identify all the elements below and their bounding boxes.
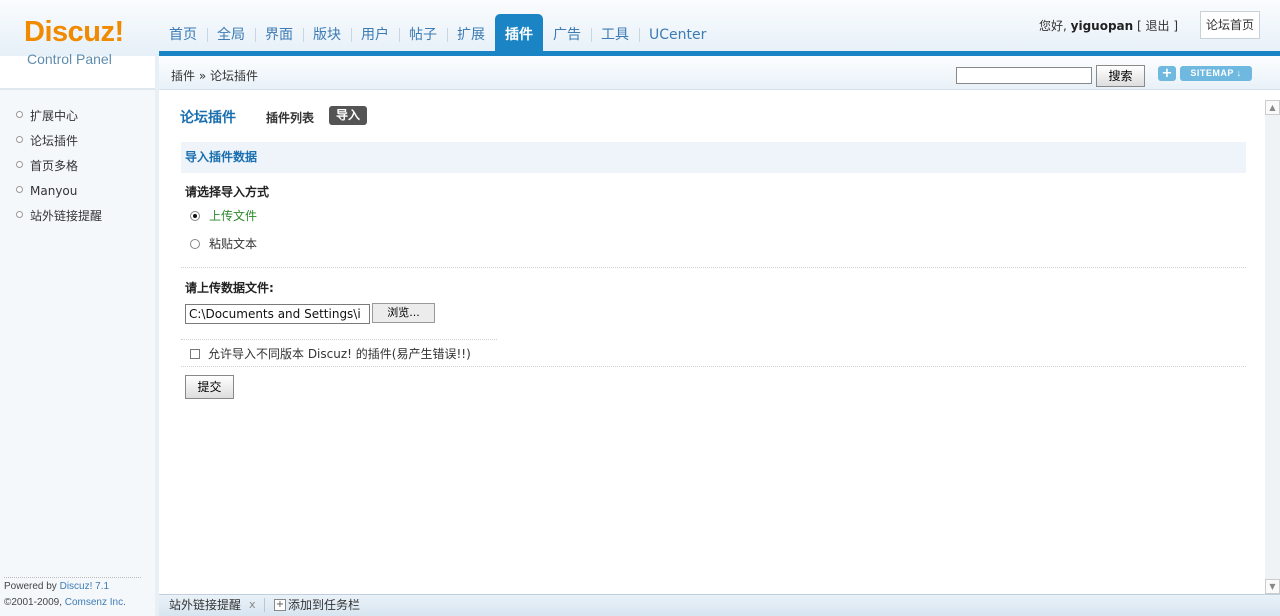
sidebar: 扩展中心 论坛插件 首页多格 Manyou 站外链接提醒 (0, 90, 155, 616)
browse-button[interactable]: 浏览... (372, 303, 435, 323)
bullet-icon (16, 161, 23, 168)
breadcrumb: 插件 » 论坛插件 (171, 69, 258, 83)
bullet-icon (16, 111, 23, 118)
sidebar-item-homepage-grid[interactable]: 首页多格 (16, 152, 102, 177)
sidebar-item-label: 论坛插件 (30, 134, 79, 148)
powered-prefix: Powered by (4, 581, 60, 592)
discuz-logo[interactable]: Discuz! Control Panel (0, 0, 155, 88)
sidebar-item-manyou[interactable]: Manyou (16, 177, 102, 202)
sidebar-footer: Powered by Discuz! 7.1 ©2001-2009, Comse… (4, 579, 126, 611)
greeting-text: 您好, (1039, 19, 1067, 33)
radio-upload-label: 上传文件 (209, 209, 258, 223)
import-method-label: 请选择导入方式 (185, 185, 270, 199)
nav-tools[interactable]: 工具 (591, 14, 639, 52)
username: yiguopan (1070, 19, 1134, 33)
sidebar-menu: 扩展中心 论坛插件 首页多格 Manyou 站外链接提醒 (16, 102, 102, 227)
upload-file-label: 请上传数据文件: (185, 281, 274, 295)
allow-version-label: 允许导入不同版本 Discuz! 的插件(易产生错误!!) (208, 347, 471, 361)
tab-import[interactable]: 导入 (329, 106, 368, 125)
taskbar-item-external-link[interactable]: 站外链接提醒 (169, 597, 241, 613)
scroll-up-icon[interactable]: ▲ (1265, 100, 1280, 115)
radio-upload-row[interactable]: 上传文件 (190, 207, 257, 224)
radio-paste-row[interactable]: 粘贴文本 (190, 235, 257, 252)
sidebar-item-external-link[interactable]: 站外链接提醒 (16, 202, 102, 227)
nav-extend[interactable]: 扩展 (447, 14, 495, 52)
plus-icon: + (274, 599, 286, 611)
submit-button[interactable]: 提交 (185, 375, 234, 399)
nav-posts[interactable]: 帖子 (399, 14, 447, 52)
radio-paste-label: 粘贴文本 (209, 237, 258, 251)
footer-divider (4, 577, 141, 578)
nav-global[interactable]: 全局 (207, 14, 255, 52)
sidebar-item-label: 扩展中心 (30, 109, 79, 123)
section-title: 导入插件数据 (181, 142, 1246, 173)
copyright-prefix: ©2001-2009, (4, 597, 65, 608)
nav-ads[interactable]: 广告 (543, 14, 591, 52)
taskbar: 站外链接提醒 x + 添加到任务栏 (159, 594, 1280, 616)
sitemap-button[interactable]: SITEMAP ↓ (1180, 66, 1252, 81)
sidebar-item-label: Manyou (30, 183, 78, 198)
allow-version-checkbox[interactable] (190, 348, 200, 359)
add-shortcut-button[interactable]: + (1158, 66, 1176, 81)
header: Discuz! Control Panel 首页 全局 界面 版块 用户 帖子 … (0, 0, 1280, 67)
nav-forums[interactable]: 版块 (303, 14, 351, 52)
bullet-icon (16, 211, 23, 218)
search-button[interactable]: 搜索 (1096, 65, 1145, 87)
nav-interface[interactable]: 界面 (255, 14, 303, 52)
discuz-link[interactable]: Discuz! 7.1 (60, 581, 109, 592)
logout-wrapper: [ 退出 ] (1137, 19, 1179, 33)
nav-ucenter[interactable]: UCenter (639, 14, 716, 52)
scrollbar[interactable]: ▲ ▼ (1265, 100, 1280, 594)
sidebar-item-forum-plugins[interactable]: 论坛插件 (16, 127, 102, 152)
add-to-taskbar-label: 添加到任务栏 (288, 598, 361, 612)
main-content: 论坛插件 插件列表 导入 导入插件数据 请选择导入方式 上传文件 粘贴文本 请上… (159, 90, 1265, 594)
close-icon[interactable]: x (249, 598, 256, 611)
scroll-down-icon[interactable]: ▼ (1265, 579, 1280, 594)
forum-home-button[interactable]: 论坛首页 (1200, 11, 1260, 39)
search-input[interactable] (956, 67, 1092, 84)
allow-version-row[interactable]: 允许导入不同版本 Discuz! 的插件(易产生错误!!) (190, 345, 471, 362)
logo-subtitle: Control Panel (27, 51, 112, 67)
user-greeting: 您好, yiguopan [ 退出 ] (1039, 17, 1178, 34)
logout-link[interactable]: 退出 (1146, 19, 1170, 33)
file-path-input[interactable]: C:\Documents and Settings\i (185, 304, 370, 324)
tab-plugin-list[interactable]: 插件列表 (266, 109, 314, 126)
divider (181, 366, 1246, 367)
main-nav: 首页 全局 界面 版块 用户 帖子 扩展 插件 广告 工具 UCenter (159, 14, 716, 52)
comsenz-link[interactable]: Comsenz Inc. (65, 597, 126, 608)
breadcrumb-bar: 插件 » 论坛插件 搜索 + SITEMAP ↓ (159, 56, 1280, 90)
nav-users[interactable]: 用户 (351, 14, 399, 52)
copyright: ©2001-2009, Comsenz Inc. (4, 595, 126, 611)
bullet-icon (16, 136, 23, 143)
sidebar-item-label: 站外链接提醒 (30, 209, 103, 223)
taskbar-separator (264, 598, 265, 612)
sidebar-item-label: 首页多格 (30, 159, 79, 173)
divider (181, 267, 1246, 268)
nav-home[interactable]: 首页 (159, 14, 207, 52)
powered-by: Powered by Discuz! 7.1 (4, 579, 126, 595)
nav-plugins[interactable]: 插件 (495, 14, 543, 52)
logo-title: Discuz! (24, 16, 124, 48)
sidebar-item-extension-center[interactable]: 扩展中心 (16, 102, 102, 127)
bullet-icon (16, 186, 23, 193)
radio-paste[interactable] (190, 238, 200, 249)
radio-upload[interactable] (190, 210, 200, 221)
page-title: 论坛插件 (180, 110, 236, 126)
divider (181, 339, 497, 340)
add-to-taskbar-button[interactable]: + 添加到任务栏 (274, 597, 360, 613)
